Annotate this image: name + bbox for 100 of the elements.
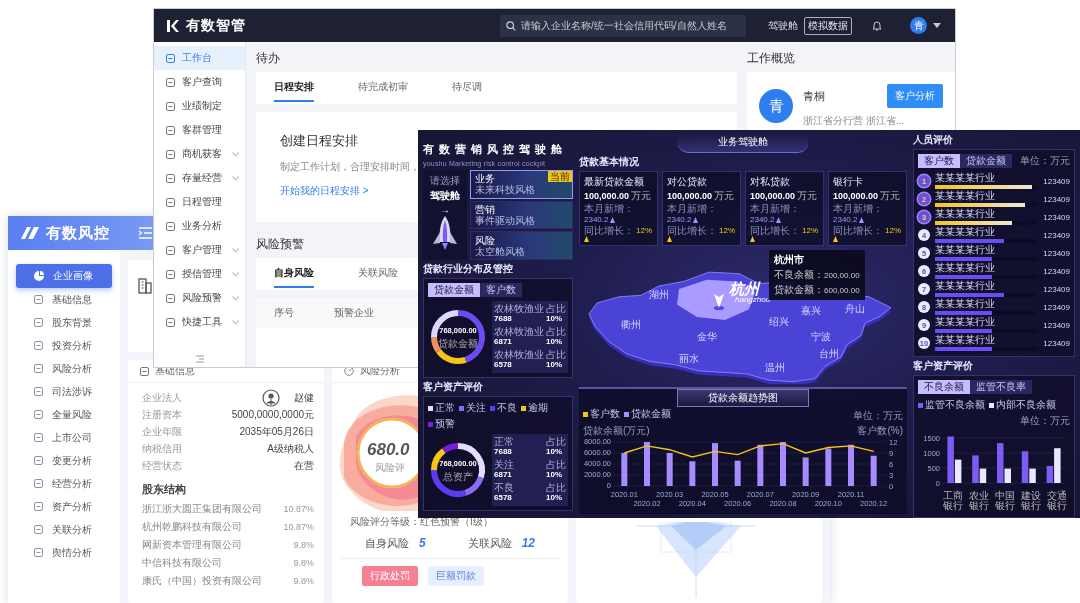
city-label: 衢州 <box>621 317 641 332</box>
item-name: 农林牧渔业 <box>494 350 545 360</box>
square-icon <box>166 245 175 255</box>
nav-item[interactable]: 风险预警 <box>154 286 245 310</box>
nav-item[interactable]: 投资分析 <box>16 334 112 357</box>
square-icon <box>34 387 43 396</box>
nav-item[interactable]: 舆情分析 <box>16 541 112 564</box>
stat-label: 本月新增： <box>833 203 883 214</box>
count-label: 关联风险 <box>467 536 512 551</box>
square-icon <box>34 433 43 442</box>
nav-item[interactable]: 工作台 <box>154 46 245 70</box>
nav-item[interactable]: 快捷工具 <box>154 310 245 334</box>
nav-item[interactable]: 企业画像 <box>16 264 112 288</box>
nav-item[interactable]: 风险分析 <box>16 357 112 380</box>
tab[interactable]: 不良余额 <box>918 380 970 394</box>
nav-item[interactable]: 日程管理 <box>154 190 245 214</box>
card-title: 创建日程安排 <box>280 132 358 150</box>
tab[interactable]: 客户数 <box>918 154 960 168</box>
score-label: 风险评 <box>375 461 405 475</box>
legend-label: 正常 <box>435 401 455 415</box>
stat-unit: 万元 <box>880 189 901 203</box>
nav-item[interactable]: 业绩制定 <box>154 94 245 118</box>
square-icon <box>166 221 175 231</box>
axis-tick-label: 工商银行 <box>943 491 963 511</box>
nav-item[interactable]: 变更分析 <box>16 449 112 472</box>
nav-item[interactable]: 存量经营 <box>154 166 245 190</box>
field-label: 注册资本 <box>142 407 182 422</box>
item-value: 6871 <box>494 337 513 347</box>
nav-item[interactable]: 股东背景 <box>16 311 112 334</box>
chevron-down-icon <box>232 319 239 325</box>
theme-card[interactable]: 营销 事件驱动风格 <box>470 200 573 230</box>
up-arrow-icon <box>610 216 616 223</box>
logo-icon <box>20 226 40 240</box>
dashboard-title: 有数营销风控驾驶舱 <box>423 142 567 157</box>
nav-item[interactable]: 全量风险 <box>16 403 112 426</box>
theme-card[interactable]: 业务 未来科技风格 当前 <box>470 170 573 199</box>
city-label: 丽水 <box>679 351 699 366</box>
caret-icon[interactable] <box>933 23 941 28</box>
tab[interactable]: 待尽调 <box>452 74 482 102</box>
tooltip-value: 600,00.00 <box>824 286 860 296</box>
axis-tick-label: 中国银行 <box>995 491 1015 511</box>
column-header: 预警企业 <box>334 306 374 320</box>
item-value: 123409 <box>1042 212 1070 222</box>
legend-label: 关注 <box>466 401 486 415</box>
item-value: 6578 <box>494 493 513 503</box>
stat-change: 2340.2 <box>584 214 609 225</box>
axis-title: 贷款余额(万元) <box>583 424 650 438</box>
share-label: 占比 <box>546 350 566 360</box>
nav-item[interactable]: 授信管理 <box>154 262 245 286</box>
nav-item[interactable]: 客户查询 <box>154 70 245 94</box>
tab[interactable]: 贷款金额 <box>428 283 480 297</box>
cockpit-link[interactable]: 驾驶舱 <box>768 18 798 33</box>
square-icon <box>34 364 43 373</box>
search-field[interactable]: 请输入企业名称/统一社会信用代码/自然人姓名 <box>500 14 746 37</box>
tab[interactable]: 监管不良率 <box>970 380 1032 394</box>
theme-card[interactable]: 风险 太空舱风格 <box>470 231 573 260</box>
card-title: 最新贷款金额 <box>584 175 645 189</box>
square-icon <box>166 173 175 183</box>
item-name: 某某某某行业 <box>935 317 996 327</box>
square-icon <box>166 53 175 63</box>
count-label: 自身风险 <box>365 536 409 551</box>
legend-label: 监管不良余额 <box>925 398 985 412</box>
nav-item[interactable]: 基础信息 <box>16 288 112 311</box>
square-icon <box>166 125 175 135</box>
up-arrow-icon <box>667 236 672 242</box>
user-avatar[interactable]: 青 <box>910 17 927 34</box>
nav-item[interactable]: 经营分析 <box>16 472 112 495</box>
tab[interactable]: 自身风险 <box>274 260 314 288</box>
nav-item[interactable]: 业务分析 <box>154 214 245 238</box>
nav-item[interactable]: 司法涉诉 <box>16 380 112 403</box>
item-value: 123409 <box>1042 230 1070 240</box>
data-mode-button[interactable]: 模拟数据 <box>804 16 852 35</box>
up-arrow-icon <box>584 236 589 242</box>
tab[interactable]: 贷款金额 <box>960 154 1012 168</box>
chevron-down-icon <box>232 247 239 253</box>
city-label: 台州 <box>819 346 839 361</box>
tooltip-value: 200,00.00 <box>824 271 860 281</box>
nav-item[interactable]: 上市公司 <box>16 426 112 449</box>
axis-title: 客户数(%) <box>857 424 903 438</box>
tab[interactable]: 待完成初审 <box>358 74 408 102</box>
risk-score: 680.0 <box>367 440 410 460</box>
nav-item[interactable]: 商机获客 <box>154 142 245 166</box>
square-icon <box>166 317 175 327</box>
stat-label: 同比增长： <box>833 225 883 236</box>
tab[interactable]: 日程安排 <box>274 74 314 102</box>
section-title: 贷款行业分布及管控 <box>423 263 513 275</box>
nav-item[interactable]: 关联分析 <box>16 518 112 541</box>
section-title: 客户资产评价 <box>913 360 973 372</box>
tab[interactable]: 客户数 <box>480 283 522 297</box>
tab[interactable]: 关联风险 <box>358 260 398 288</box>
share-value: 10% <box>546 493 563 503</box>
bell-icon[interactable] <box>872 20 882 31</box>
schedule-link[interactable]: 开始我的日程安排 > <box>280 184 369 198</box>
item-value: 123409 <box>1042 320 1070 330</box>
share-value: 10% <box>546 470 563 480</box>
nav-item[interactable]: 资产分析 <box>16 495 112 518</box>
nav-item[interactable]: 客群管理 <box>154 118 245 142</box>
section-title: 风险预警 <box>256 236 304 252</box>
section-title: 贷款基本情况 <box>579 156 639 168</box>
nav-item[interactable]: 客户管理 <box>154 238 245 262</box>
